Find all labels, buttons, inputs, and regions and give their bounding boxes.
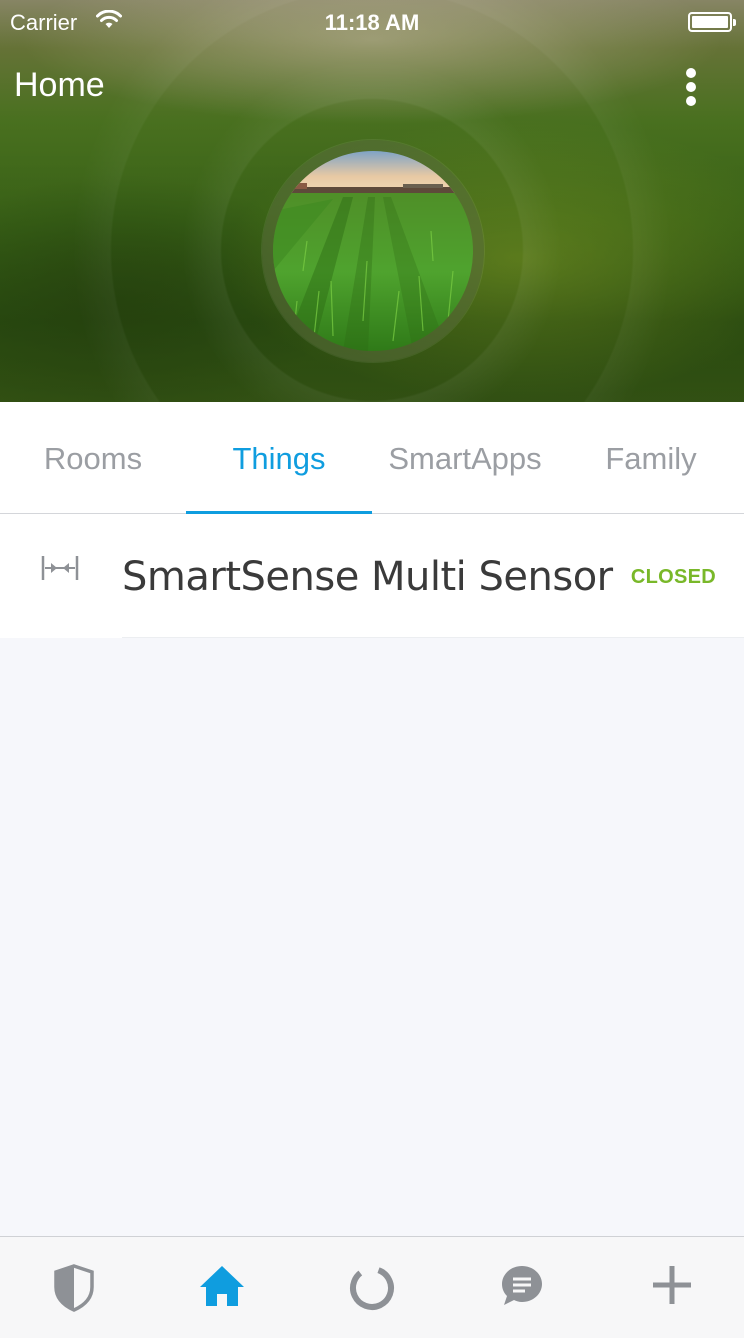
list-item[interactable]: SmartSense Multi Sensor CLOSED: [0, 514, 744, 638]
tabbar-add[interactable]: [598, 1237, 744, 1337]
bottom-tab-bar: [0, 1236, 744, 1338]
wheat-field-photo: [273, 151, 473, 351]
tabbar-activity[interactable]: [298, 1237, 446, 1337]
more-vertical-icon[interactable]: [672, 62, 710, 112]
avatar: [273, 151, 473, 351]
home-icon: [200, 1266, 244, 1306]
plus-icon: [653, 1266, 691, 1304]
tabbar-messages[interactable]: [448, 1237, 596, 1337]
battery-icon: [688, 12, 736, 32]
status-bar: Carrier 11:18 AM: [0, 0, 744, 44]
status-time: 11:18 AM: [324, 10, 420, 35]
tab-smartapps[interactable]: SmartApps: [372, 402, 558, 514]
shield-icon: [54, 1264, 94, 1312]
header-hero: Carrier 11:18 AM Home: [0, 0, 744, 402]
page-title: Home: [14, 66, 105, 104]
section-tabs: Rooms Things SmartApps Family: [0, 402, 744, 515]
tab-family[interactable]: Family: [558, 402, 744, 514]
activity-ring-icon: [350, 1266, 394, 1310]
device-name: SmartSense Multi Sensor: [122, 554, 613, 600]
chat-icon: [502, 1266, 542, 1305]
location-avatar[interactable]: [262, 140, 484, 362]
contact-sensor-icon: [40, 552, 80, 589]
status-badge: CLOSED: [630, 566, 716, 588]
tabbar-security[interactable]: [0, 1237, 148, 1337]
tabbar-home[interactable]: [148, 1237, 296, 1337]
tab-rooms[interactable]: Rooms: [0, 402, 186, 514]
tab-things[interactable]: Things: [186, 402, 372, 515]
